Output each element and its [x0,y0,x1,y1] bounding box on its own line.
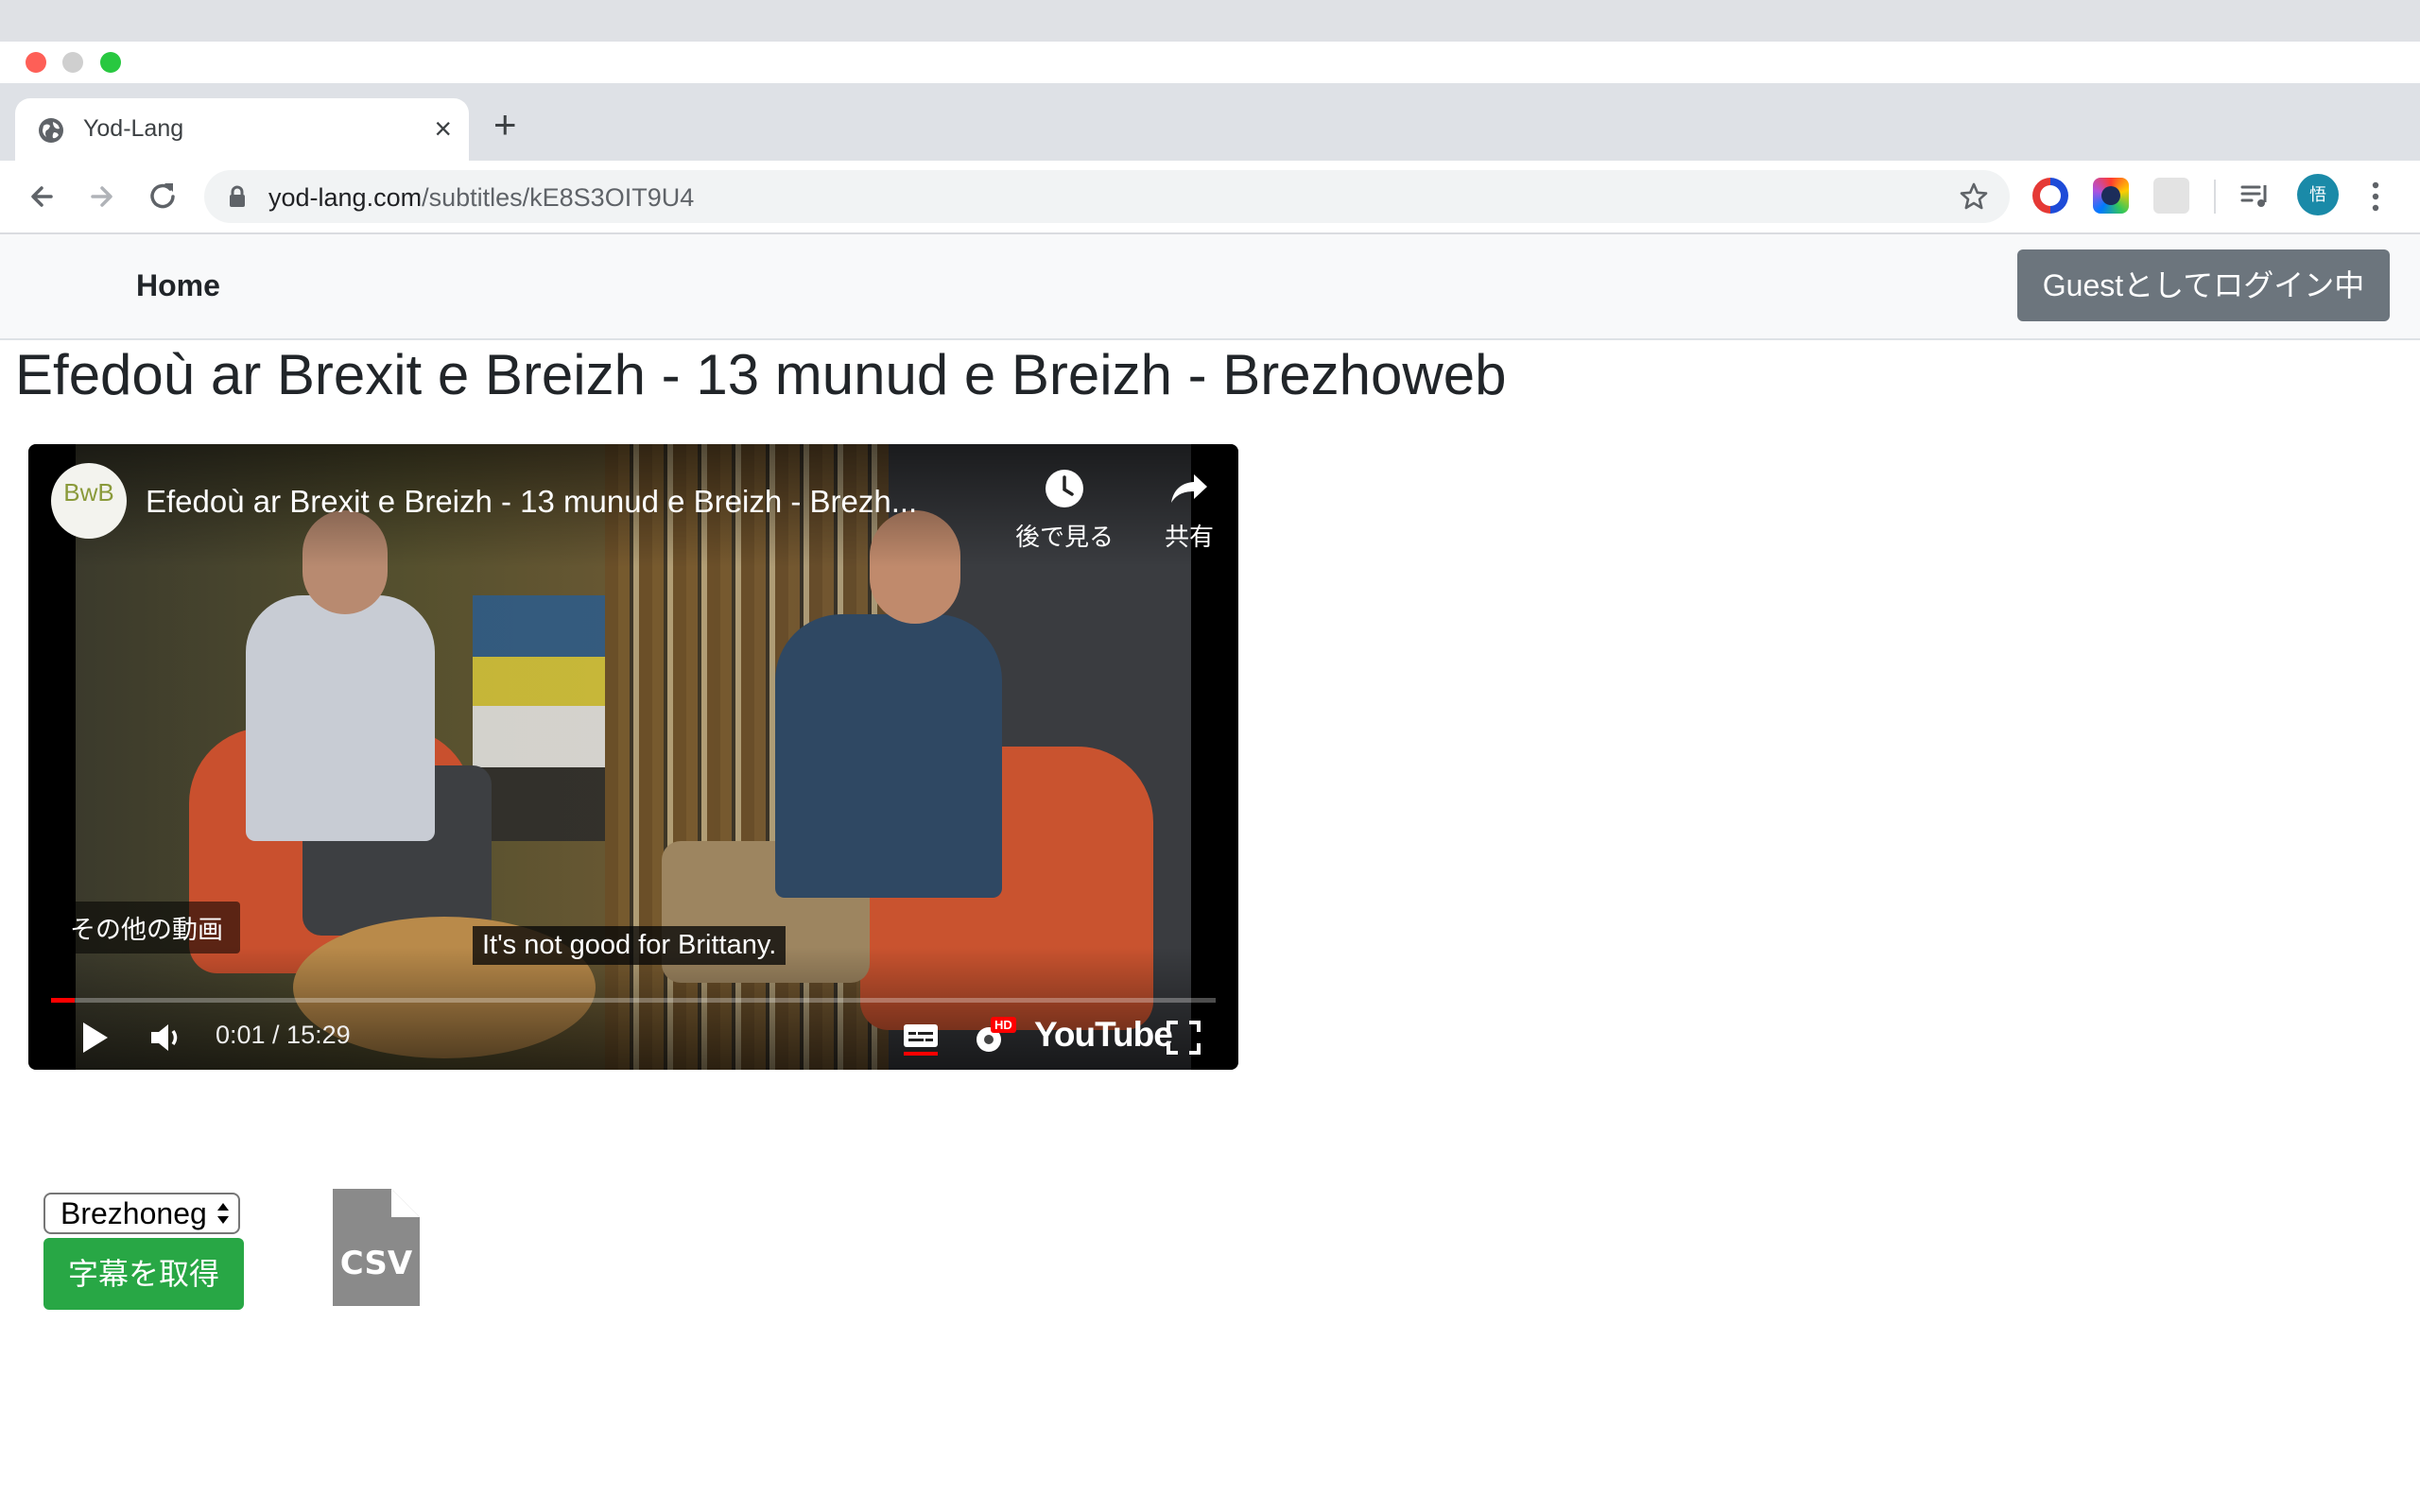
profile-avatar[interactable]: 悟 [2297,174,2339,215]
channel-logo[interactable]: BwB [51,463,127,539]
tab-title: Yod-Lang [83,115,184,142]
watch-later-button[interactable]: 後で見る [1008,467,1121,553]
share-button[interactable]: 共有 [1132,467,1238,553]
settings-button[interactable]: HD [970,1017,1021,1058]
get-subtitles-button[interactable]: 字幕を取得 [43,1238,244,1310]
video-title[interactable]: Efedoù ar Brexit e Breizh - 13 munud e B… [146,484,917,520]
language-select[interactable]: Brezhoneg [43,1193,240,1234]
url-path: /subtitles/kE8S3OIT9U4 [422,183,695,212]
magazine-rack [473,595,605,841]
tab-close-icon[interactable]: × [434,112,452,146]
select-arrows-icon [217,1203,229,1224]
progress-bar[interactable] [51,998,1216,1003]
media-control-icon[interactable] [2238,180,2273,214]
page-title: Efedoù ar Brexit e Breizh - 13 munud e B… [15,343,1507,406]
nav-home-link[interactable]: Home [136,268,220,303]
extension-color-inner [2101,186,2120,205]
new-tab-button[interactable]: + [493,105,517,145]
watch-later-label: 後で見る [1014,523,1114,551]
browser-toolbar: yod-lang.com/subtitles/kE8S3OIT9U4 悟 [0,161,2420,234]
csv-label: CSV [340,1245,413,1282]
subtitle-caption: It's not good for Brittany. [473,926,786,965]
back-arrow-icon[interactable] [21,176,62,217]
share-icon [1171,474,1207,503]
volume-icon[interactable] [146,1017,187,1058]
person-right-body [775,614,1002,898]
reload-icon[interactable] [142,176,183,217]
person-left-body [246,595,435,841]
window-titlebar [0,0,2420,83]
hd-badge: HD [991,1017,1016,1033]
extension-color-icon[interactable] [2093,178,2129,214]
progress-bar-fill [51,998,75,1003]
language-select-value: Brezhoneg [60,1196,207,1230]
share-label: 共有 [1164,523,1214,551]
zoom-window-button[interactable] [100,52,121,73]
browser-menu-icon[interactable] [2369,178,2382,215]
close-window-button[interactable] [26,52,46,73]
guest-login-button[interactable]: Guestとしてログイン中 [2017,249,2390,321]
forward-arrow-icon[interactable] [81,176,123,217]
url-host: yod-lang.com [268,183,423,212]
toolbar-divider [2214,180,2216,214]
play-icon[interactable] [76,1017,113,1058]
extension-sync-inner [2040,185,2061,206]
minimize-window-button[interactable] [62,52,83,73]
more-videos-button[interactable]: その他の動画 [53,902,240,954]
address-bar[interactable]: yod-lang.com/subtitles/kE8S3OIT9U4 [204,170,2010,223]
globe-icon [39,118,63,143]
bookmark-star-icon[interactable] [1959,181,1989,212]
video-player[interactable]: BwB Efedoù ar Brexit e Breizh - 13 munud… [28,444,1238,1070]
clock-icon [1046,470,1083,507]
time-display: 0:01 / 15:29 [216,1021,351,1049]
extension-grid-icon[interactable] [2153,178,2189,214]
csv-download-icon[interactable]: CSV [333,1189,420,1306]
lock-icon[interactable] [227,185,248,208]
tab-strip: Yod-Lang × + [0,83,2420,161]
titlebar-strip [0,0,2420,42]
youtube-logo[interactable]: YouTube [1034,1015,1173,1055]
site-navbar: Home Guestとしてログイン中 [0,234,2420,340]
fullscreen-icon[interactable] [1163,1017,1204,1058]
subtitles-icon[interactable] [900,1017,942,1058]
extension-sync-icon[interactable] [2032,178,2068,214]
browser-tab[interactable]: Yod-Lang × [15,98,469,161]
url-text: yod-lang.com/subtitles/kE8S3OIT9U4 [268,183,694,213]
